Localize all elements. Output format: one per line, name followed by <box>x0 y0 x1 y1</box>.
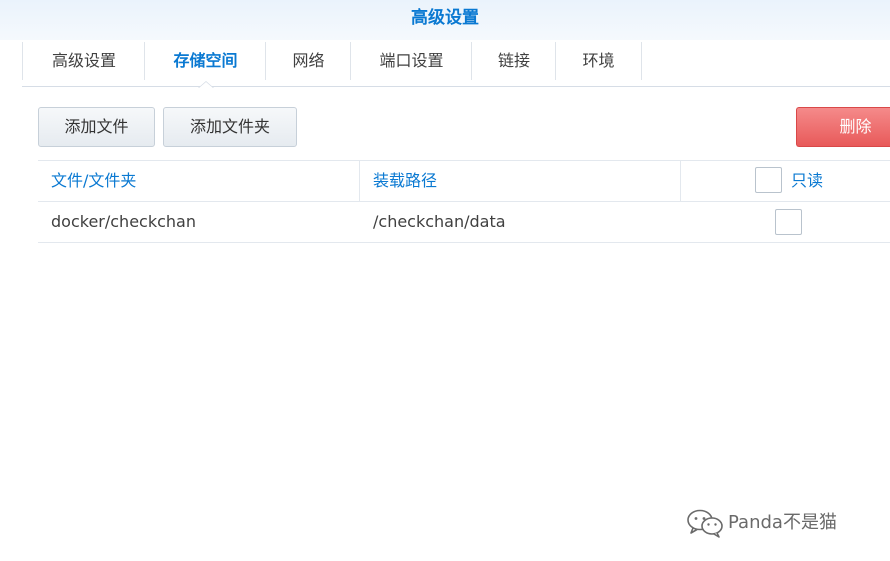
column-header-readonly: 只读 <box>791 171 824 190</box>
cell-file-folder: docker/checkchan <box>51 212 196 231</box>
readonly-checkbox[interactable] <box>775 209 802 235</box>
wechat-icon <box>687 509 723 538</box>
add-folder-button[interactable]: 添加文件夹 <box>163 107 297 147</box>
advanced-settings-window: 高级设置 高级设置 存储空间 网络 端口设置 链接 环境 添加文件 添加文件夹 … <box>0 0 890 561</box>
watermark-text: Panda不是猫 <box>728 512 837 533</box>
table-row[interactable]: docker/checkchan /checkchan/data <box>38 202 890 243</box>
watermark: Panda不是猫 <box>686 506 837 540</box>
add-file-button[interactable]: 添加文件 <box>38 107 155 147</box>
column-header-mount-path[interactable]: 装载路径 <box>373 161 673 201</box>
active-tab-caret-icon <box>197 81 214 88</box>
storage-table: 文件/文件夹 装载路径 只读 docker/checkchan /checkch… <box>38 160 890 243</box>
column-header-file-folder[interactable]: 文件/文件夹 <box>51 161 351 201</box>
tab-storage[interactable]: 存储空间 <box>144 42 266 88</box>
tab-links[interactable]: 链接 <box>471 42 556 80</box>
cell-mount-path: /checkchan/data <box>373 212 506 231</box>
readonly-select-all-checkbox[interactable] <box>755 167 782 193</box>
tab-storage-label: 存储空间 <box>173 51 238 70</box>
column-divider <box>680 161 681 201</box>
tab-bar: 高级设置 存储空间 网络 端口设置 链接 环境 <box>22 40 890 88</box>
tab-advanced-settings[interactable]: 高级设置 <box>22 42 145 80</box>
window-title: 高级设置 <box>0 0 890 40</box>
delete-button[interactable]: 删除 <box>796 107 890 147</box>
tab-port-settings[interactable]: 端口设置 <box>350 42 472 80</box>
table-header: 文件/文件夹 装载路径 只读 <box>38 160 890 202</box>
tab-environment[interactable]: 环境 <box>555 42 642 80</box>
tab-network[interactable]: 网络 <box>265 42 351 80</box>
column-divider <box>359 161 360 201</box>
